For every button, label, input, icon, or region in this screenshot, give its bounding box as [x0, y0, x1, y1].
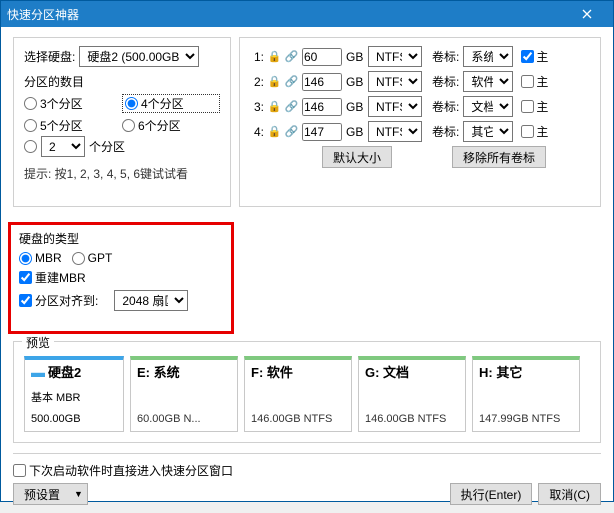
partition-count-label: 分区的数目	[24, 73, 220, 90]
link-icon[interactable]: 🔗	[285, 50, 298, 63]
volume-label-select[interactable]: 文档	[463, 96, 513, 117]
preview-part-sub: 60.00GB N...	[137, 413, 231, 425]
size-input[interactable]	[302, 98, 342, 116]
primary-checkbox[interactable]: 主	[521, 123, 548, 140]
titlebar: 快速分区神器	[1, 1, 613, 27]
disk-icon: ▬	[31, 364, 45, 380]
unit-label: GB	[346, 100, 364, 114]
preview-legend: 预览	[22, 334, 54, 351]
preview-part-sub: 146.00GB NTFS	[251, 413, 345, 425]
volume-label-label: 卷标:	[432, 123, 459, 140]
row-number: 1:	[250, 50, 264, 64]
size-input[interactable]	[302, 123, 342, 141]
radio-3-partitions[interactable]: 3个分区	[24, 94, 122, 113]
unit-label: GB	[346, 50, 364, 64]
row-number: 2:	[250, 75, 264, 89]
link-icon[interactable]: 🔗	[285, 125, 298, 138]
lock-icon[interactable]: 🔒	[268, 50, 281, 63]
preview-part-sub: 147.99GB NTFS	[479, 413, 573, 425]
preview-disk-size: 500.00GB	[31, 413, 117, 425]
unit-label: GB	[346, 125, 364, 139]
primary-checkbox[interactable]: 主	[521, 73, 548, 90]
close-button[interactable]	[567, 1, 607, 27]
primary-checkbox[interactable]: 主	[521, 98, 548, 115]
filesystem-select[interactable]: NTFS	[368, 121, 422, 142]
disk-type-panel: 硬盘的类型 MBR GPT 重建MBR 分区对齐到: 2048 扇区	[8, 222, 234, 334]
default-size-button[interactable]: 默认大小	[322, 146, 392, 168]
disk-options-panel: 选择硬盘: 硬盘2 (500.00GB) 分区的数目 3个分区 4个分区 5个分…	[13, 37, 231, 207]
volume-label-select[interactable]: 软件	[463, 71, 513, 92]
filesystem-select[interactable]: NTFS	[368, 96, 422, 117]
unit-label: GB	[346, 75, 364, 89]
link-icon[interactable]: 🔗	[285, 100, 298, 113]
preview-part-name: H: 其它	[479, 362, 573, 381]
preview-partition-box: G: 文档 146.00GB NTFS	[358, 356, 466, 432]
filesystem-select[interactable]: NTFS	[368, 71, 422, 92]
radio-6-partitions[interactable]: 6个分区	[122, 117, 220, 134]
preview-disk-type: 基本 MBR	[31, 389, 117, 405]
row-number: 3:	[250, 100, 264, 114]
volume-label-select[interactable]: 其它	[463, 121, 513, 142]
volume-label-label: 卷标:	[432, 73, 459, 90]
radio-custom-partitions[interactable]	[24, 140, 37, 153]
rebuild-mbr-checkbox[interactable]: 重建MBR	[19, 269, 86, 286]
footer: 下次启动软件时直接进入快速分区窗口 预设置 ▼ 执行(Enter) 取消(C)	[13, 453, 601, 505]
preview-part-name: G: 文档	[365, 362, 459, 381]
preview-part-sub: 146.00GB NTFS	[365, 413, 459, 425]
partition-list-panel: 1:🔒🔗GBNTFS卷标:系统主2:🔒🔗GBNTFS卷标:软件主3:🔒🔗GBNT…	[239, 37, 601, 207]
link-icon[interactable]: 🔗	[285, 75, 298, 88]
partition-row: 1: 🔒 🔗 GB NTFS 卷标:系统主	[250, 46, 590, 67]
custom-count-select[interactable]: 2	[41, 136, 85, 157]
clear-labels-button[interactable]: 移除所有卷标	[452, 146, 546, 168]
preview-part-name: E: 系统	[137, 362, 231, 381]
volume-label-label: 卷标:	[432, 48, 459, 65]
radio-mbr[interactable]: MBR	[19, 251, 62, 265]
preview-disk-name: 硬盘2	[48, 365, 81, 380]
preview-panel: 预览 ▬硬盘2基本 MBR500.00GBE: 系统60.00GB N...F:…	[13, 341, 601, 443]
startup-checkbox[interactable]: 下次启动软件时直接进入快速分区窗口	[13, 462, 450, 479]
size-input[interactable]	[302, 73, 342, 91]
main-window: 快速分区神器 选择硬盘: 硬盘2 (500.00GB) 分区的数目 3个分区 4…	[0, 0, 614, 502]
window-title: 快速分区神器	[7, 6, 567, 23]
align-checkbox[interactable]: 分区对齐到:	[19, 292, 98, 309]
radio-gpt[interactable]: GPT	[72, 251, 113, 265]
select-disk-label: 选择硬盘:	[24, 48, 75, 65]
row-number: 4:	[250, 125, 264, 139]
align-select[interactable]: 2048 扇区	[114, 290, 188, 311]
volume-label-label: 卷标:	[432, 98, 459, 115]
content-area: 选择硬盘: 硬盘2 (500.00GB) 分区的数目 3个分区 4个分区 5个分…	[1, 27, 613, 513]
radio-5-partitions[interactable]: 5个分区	[24, 117, 122, 134]
partition-row: 3: 🔒 🔗 GB NTFS 卷标:文档主	[250, 96, 590, 117]
filesystem-select[interactable]: NTFS	[368, 46, 422, 67]
preview-part-name: F: 软件	[251, 362, 345, 381]
disk-type-heading: 硬盘的类型	[19, 230, 223, 247]
lock-icon[interactable]: 🔒	[268, 100, 281, 113]
disk-select[interactable]: 硬盘2 (500.00GB)	[79, 46, 199, 67]
preview-partition-box: F: 软件 146.00GB NTFS	[244, 356, 352, 432]
partition-row: 2: 🔒 🔗 GB NTFS 卷标:软件主	[250, 71, 590, 92]
lock-icon[interactable]: 🔒	[268, 125, 281, 138]
primary-checkbox[interactable]: 主	[521, 48, 548, 65]
size-input[interactable]	[302, 48, 342, 66]
volume-label-select[interactable]: 系统	[463, 46, 513, 67]
preview-disk-box: ▬硬盘2 基本 MBR 500.00GB	[24, 356, 124, 432]
partition-row: 4: 🔒 🔗 GB NTFS 卷标:其它主	[250, 121, 590, 142]
preview-partition-box: E: 系统 60.00GB N...	[130, 356, 238, 432]
preview-partition-box: H: 其它 147.99GB NTFS	[472, 356, 580, 432]
custom-suffix-label: 个分区	[89, 138, 125, 155]
lock-icon[interactable]: 🔒	[268, 75, 281, 88]
radio-4-partitions[interactable]: 4个分区	[122, 94, 220, 113]
hint-text: 提示: 按1, 2, 3, 4, 5, 6键试试看	[24, 165, 220, 182]
close-icon	[582, 9, 592, 19]
